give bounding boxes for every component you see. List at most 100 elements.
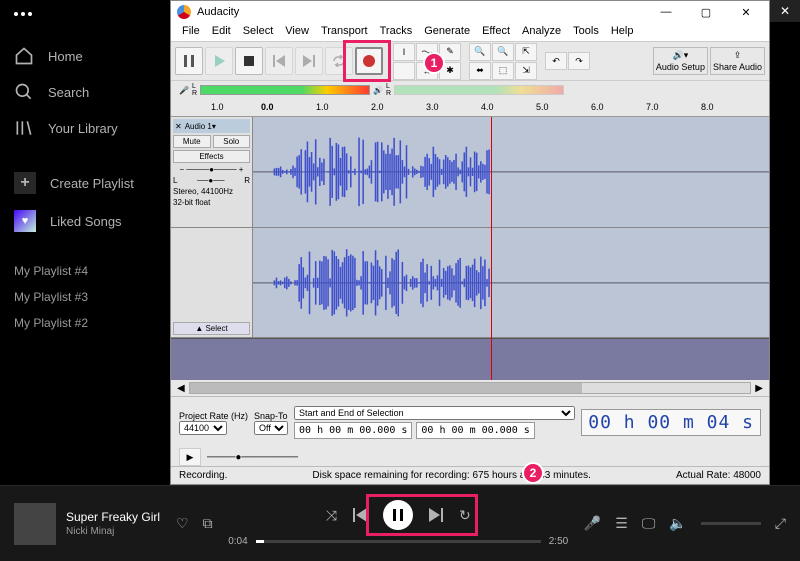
stop-button[interactable] [235,47,263,75]
selection-end[interactable]: 00 h 00 m 00.000 s [416,422,534,439]
effects-button[interactable]: Effects [173,150,250,163]
silence-button[interactable]: ⬚ [492,62,514,80]
shuffle-button[interactable]: ⤨ [326,507,337,524]
audacity-logo-icon [177,5,191,19]
status-right: Actual Rate: 48000 [676,470,761,481]
album-art[interactable] [14,503,56,545]
menu-edit[interactable]: Edit [207,23,236,41]
waveform-channel-left[interactable]: Audio 1 #1 [253,117,769,227]
mic-icon[interactable]: 🎤 [179,86,189,95]
menu-analyze[interactable]: Analyze [517,23,566,41]
track-header[interactable]: ✕ Audio 1 ▾ [173,119,250,133]
queue-button[interactable]: ☰ [615,515,628,532]
skip-end-button[interactable] [295,47,323,75]
os-close-button[interactable]: ✕ [770,0,800,22]
track-artist[interactable]: Nicki Minaj [66,526,160,537]
mute-button[interactable]: Mute [173,135,211,148]
zoom-tool[interactable] [393,62,415,80]
status-mid: Disk space remaining for recording: 675 … [312,470,590,481]
zoom-out-button[interactable]: 🔍 [492,43,514,61]
menubar: File Edit Select View Transport Tracks G… [171,23,769,41]
menu-dots[interactable] [0,8,170,20]
share-audio-group[interactable]: ⇪ Share Audio [710,47,765,75]
menu-help[interactable]: Help [606,23,639,41]
menu-tools[interactable]: Tools [568,23,604,41]
track-row: ✕ Audio 1 ▾ MuteSolo Effects − ────●────… [171,117,769,228]
pip-button[interactable]: ⧉ [203,515,213,532]
volume-icon[interactable]: 🔈 [669,515,686,532]
callout-1: 1 [423,52,445,74]
time-ruler[interactable]: 1.0 0.0 1.0 2.0 3.0 4.0 5.0 6.0 7.0 8.0 [171,99,769,117]
playlist-item[interactable]: My Playlist #2 [0,310,170,336]
zoom-in-button[interactable]: 🔍 [469,43,491,61]
selection-start[interactable]: 00 h 00 m 00.000 s [294,422,412,439]
close-button[interactable]: ✕ [729,1,763,23]
nav-search[interactable]: Search [0,74,170,110]
share-label: Share Audio [713,62,762,72]
home-icon [14,46,34,66]
trim-button[interactable]: ⬌ [469,62,491,80]
fit-selection-button[interactable]: ⇱ [515,43,537,61]
track-info: 32-bit float [173,198,250,207]
total-time: 2:50 [549,536,568,547]
record-meter[interactable] [200,85,370,95]
fullscreen-button[interactable]: ⤢ [775,515,786,532]
menu-tracks[interactable]: Tracks [375,23,418,41]
menu-generate[interactable]: Generate [419,23,475,41]
menu-file[interactable]: File [177,23,205,41]
speaker-icon[interactable]: 🔊 [373,86,383,95]
selection-tool[interactable]: I [393,43,415,61]
minimize-button[interactable]: — [649,1,683,23]
horizontal-scrollbar[interactable]: ◀▶ [171,380,769,396]
pause-button[interactable] [175,47,203,75]
menu-transport[interactable]: Transport [316,23,373,41]
selection-mode-select[interactable]: Start and End of Selection [294,406,575,420]
redo-button[interactable]: ↷ [568,52,590,70]
next-button[interactable] [429,508,443,522]
zoom-toggle-button[interactable]: ⇲ [515,62,537,80]
track-controls-2: ▲ Select [171,228,253,338]
toolbar: 1 I ✎ ↔ ✱ 🔍 🔍 ⇱ ⬌ ⬚ ⇲ ↶ ↷ [171,41,769,81]
play-pause-button[interactable] [383,500,413,530]
play-meter[interactable] [394,85,564,95]
speaker-icon: 🔊▾ [673,50,689,61]
track-title[interactable]: Super Freaky Girl [66,510,160,524]
nav-home[interactable]: Home [0,38,170,74]
play-at-speed-button[interactable]: ▶ [179,448,201,466]
now-playing-info: Super Freaky Girl Nicki Minaj [66,510,160,537]
like-button[interactable]: ♡ [176,515,189,532]
nav-liked-songs[interactable]: ♥ Liked Songs [0,202,170,240]
waveform-channel-right[interactable] [253,228,769,338]
select-button[interactable]: ▲ Select [173,322,250,335]
time-display: 00 h 00 m 04 s [581,409,761,436]
repeat-button[interactable]: ↻ [459,507,471,524]
skip-start-button[interactable] [265,47,293,75]
spotify-sidebar: Home Search Your Library + Create Playli… [0,0,170,485]
undo-button[interactable]: ↶ [545,52,567,70]
maximize-button[interactable]: ▢ [689,1,723,23]
devices-button[interactable]: 🖵 [642,515,656,532]
titlebar: Audacity — ▢ ✕ [171,1,769,23]
prev-button[interactable] [353,508,367,522]
nav-create-playlist[interactable]: + Create Playlist [0,164,170,202]
playlist-item[interactable]: My Playlist #4 [0,258,170,284]
share-icon: ⇪ [734,50,742,61]
lyrics-button[interactable]: 🎤 [584,515,601,532]
snap-to-select[interactable]: Off [254,421,288,435]
playlist-item[interactable]: My Playlist #3 [0,284,170,310]
project-rate-select[interactable]: 44100 [179,421,227,435]
play-button[interactable] [205,47,233,75]
menu-view[interactable]: View [280,23,314,41]
menu-effect[interactable]: Effect [477,23,515,41]
status-left: Recording. [179,470,227,481]
record-button[interactable] [355,47,383,75]
audio-setup-group[interactable]: 🔊▾ Audio Setup [653,47,708,75]
loop-button[interactable] [325,47,353,75]
menu-select[interactable]: Select [238,23,279,41]
nav-library[interactable]: Your Library [0,110,170,146]
empty-track-area[interactable] [171,338,769,380]
playhead[interactable] [491,117,492,380]
progress-bar[interactable] [256,540,541,543]
solo-button[interactable]: Solo [213,135,251,148]
volume-slider[interactable] [701,522,761,525]
